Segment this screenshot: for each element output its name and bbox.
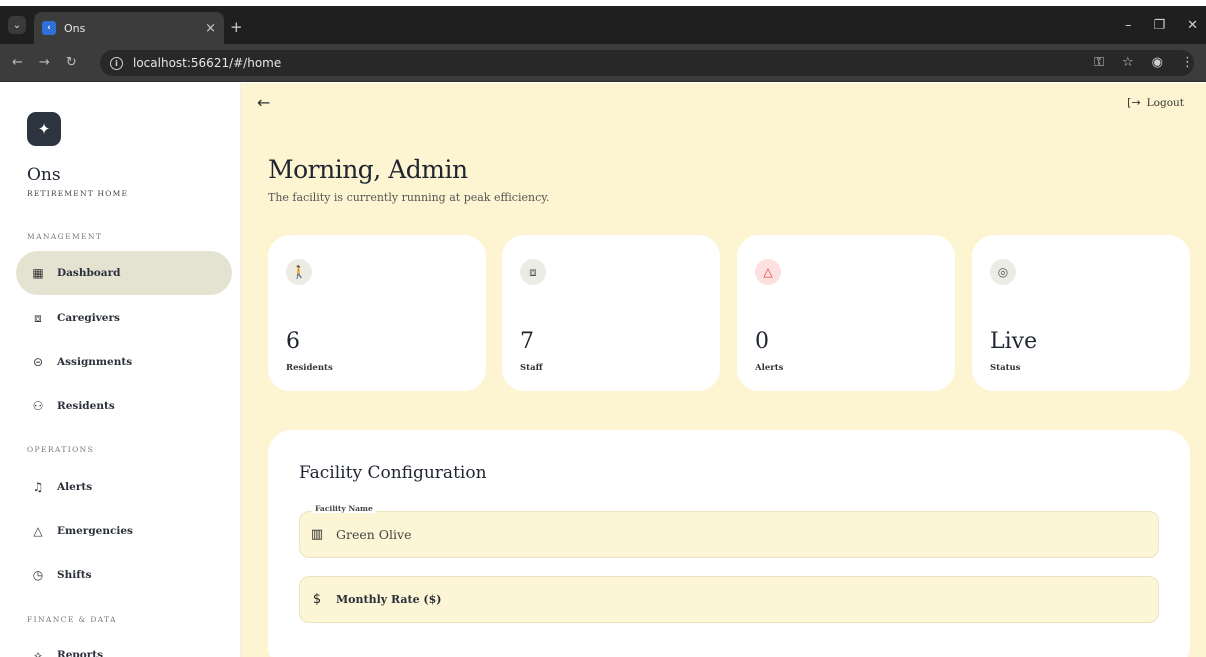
logout-button[interactable]: [→ Logout bbox=[1127, 96, 1184, 109]
config-title: Facility Configuration bbox=[299, 463, 487, 483]
warning-icon: △ bbox=[755, 259, 781, 285]
sidebar-item-label: Caregivers bbox=[57, 312, 120, 324]
browser-nav: ← → ↻ bbox=[12, 55, 77, 70]
id-badge-icon: ⧈ bbox=[520, 259, 546, 285]
back-arrow-icon[interactable]: ← bbox=[257, 93, 270, 112]
menu-icon[interactable]: ⋮ bbox=[1181, 55, 1194, 70]
clock-icon: ◷ bbox=[32, 568, 44, 582]
stat-card-alerts: △ 0 Alerts bbox=[737, 235, 955, 391]
star-icon[interactable]: ☆ bbox=[1122, 55, 1134, 70]
window-controls: – ❐ ✕ bbox=[1125, 18, 1198, 33]
stat-card-status: ◎ Live Status bbox=[972, 235, 1190, 391]
forward-icon[interactable]: → bbox=[39, 55, 50, 70]
stat-value: 6 bbox=[286, 329, 300, 354]
profile-icon[interactable]: ◉ bbox=[1152, 55, 1163, 70]
stat-value: Live bbox=[990, 329, 1038, 354]
sidebar-item-label: Dashboard bbox=[57, 267, 121, 279]
monthly-rate-field[interactable]: $ Monthly Rate ($) bbox=[299, 576, 1159, 623]
main-content: ← [→ Logout Morning, Admin The facility … bbox=[241, 83, 1206, 657]
sidebar-item-label: Alerts bbox=[57, 481, 93, 493]
stat-value: 7 bbox=[520, 329, 534, 354]
stat-label: Alerts bbox=[755, 363, 784, 373]
maximize-icon[interactable]: ❐ bbox=[1153, 18, 1165, 33]
site-info-icon[interactable]: i bbox=[110, 56, 123, 70]
app: ✦ Ons RETIREMENT HOME MANAGEMENT ▦ Dashb… bbox=[0, 83, 1206, 657]
sidebar-item-assignments[interactable]: ⊝ Assignments bbox=[16, 340, 232, 384]
sidebar-item-shifts[interactable]: ◷ Shifts bbox=[16, 553, 232, 597]
bell-icon: ♫ bbox=[32, 480, 44, 494]
sidebar: ✦ Ons RETIREMENT HOME MANAGEMENT ▦ Dashb… bbox=[0, 83, 241, 657]
signal-icon: ◎ bbox=[990, 259, 1016, 285]
section-operations: OPERATIONS bbox=[27, 445, 95, 454]
logout-label: Logout bbox=[1146, 96, 1184, 109]
facility-name-label: Facility Name bbox=[312, 504, 376, 513]
stat-label: Residents bbox=[286, 363, 333, 373]
toolbar-actions: ⚿ ☆ ◉ ⋮ bbox=[1094, 55, 1194, 70]
stat-card-residents: 🚶 6 Residents bbox=[268, 235, 486, 391]
sidebar-item-residents[interactable]: ⚇ Residents bbox=[16, 384, 232, 428]
tab-title: Ons bbox=[64, 21, 86, 35]
sparkle-logo-icon: ✦ bbox=[27, 112, 61, 146]
sidebar-item-emergencies[interactable]: △ Emergencies bbox=[16, 509, 232, 553]
facility-name-field[interactable]: Facility Name ▥ Green Olive bbox=[299, 504, 1159, 558]
address-bar-row: ← → ↻ i localhost:56621/#/home ⚿ ☆ ◉ ⋮ bbox=[0, 44, 1206, 82]
page-title: Morning, Admin bbox=[268, 155, 468, 184]
building-icon: ▥ bbox=[310, 527, 324, 542]
reload-icon[interactable]: ↻ bbox=[66, 55, 77, 70]
minimize-icon[interactable]: – bbox=[1125, 18, 1132, 33]
monthly-rate-label: Monthly Rate ($) bbox=[336, 593, 442, 606]
dashboard-icon: ▦ bbox=[32, 266, 44, 280]
url-bar[interactable]: i localhost:56621/#/home bbox=[100, 50, 1194, 76]
sidebar-item-alerts[interactable]: ♫ Alerts bbox=[16, 465, 232, 509]
window-close-icon[interactable]: ✕ bbox=[1187, 18, 1198, 33]
stat-card-staff: ⧈ 7 Staff bbox=[502, 235, 720, 391]
browser-tab-bar: ⌄ ‹ Ons × + – ❐ ✕ bbox=[0, 6, 1206, 44]
browser-tab[interactable]: ‹ Ons × bbox=[34, 12, 224, 44]
back-icon[interactable]: ← bbox=[12, 55, 23, 70]
sidebar-item-label: Assignments bbox=[57, 356, 133, 368]
section-management: MANAGEMENT bbox=[27, 232, 103, 241]
walking-person-icon: 🚶 bbox=[286, 259, 312, 285]
sidebar-item-label: Emergencies bbox=[57, 525, 133, 537]
tab-search-icon[interactable]: ⌄ bbox=[8, 16, 26, 34]
link-icon: ⊝ bbox=[32, 355, 44, 369]
brand-name: Ons bbox=[27, 165, 61, 185]
sidebar-item-dashboard[interactable]: ▦ Dashboard bbox=[16, 251, 232, 295]
sidebar-item-label: Shifts bbox=[57, 569, 92, 581]
stat-label: Status bbox=[990, 363, 1021, 373]
brand-subtitle: RETIREMENT HOME bbox=[27, 189, 129, 198]
close-icon[interactable]: × bbox=[205, 21, 216, 36]
key-icon[interactable]: ⚿ bbox=[1094, 55, 1104, 70]
new-tab-icon[interactable]: + bbox=[230, 18, 243, 36]
stat-label: Staff bbox=[520, 363, 543, 373]
facility-name-value: Green Olive bbox=[336, 527, 412, 542]
chart-icon: ⟡ bbox=[34, 647, 42, 657]
url-text: localhost:56621/#/home bbox=[133, 56, 282, 70]
sidebar-item-caregivers[interactable]: ⧈ Caregivers bbox=[16, 296, 232, 340]
stat-value: 0 bbox=[755, 329, 769, 354]
sidebar-item-label: Residents bbox=[57, 400, 115, 412]
sidebar-item-reports[interactable]: ⟡ Reports bbox=[16, 633, 232, 657]
logout-icon: [→ bbox=[1127, 96, 1141, 109]
facility-config-card: Facility Configuration Facility Name ▥ G… bbox=[268, 430, 1190, 657]
badge-icon: ⧈ bbox=[34, 310, 42, 325]
section-finance-data: FINANCE & DATA bbox=[27, 615, 117, 624]
sidebar-item-label: Reports bbox=[57, 649, 104, 657]
favicon-icon: ‹ bbox=[42, 21, 56, 35]
dollar-icon: $ bbox=[312, 592, 322, 607]
people-icon: ⚇ bbox=[32, 399, 44, 413]
page-subtitle: The facility is currently running at pea… bbox=[268, 191, 550, 204]
warning-icon: △ bbox=[33, 524, 43, 538]
